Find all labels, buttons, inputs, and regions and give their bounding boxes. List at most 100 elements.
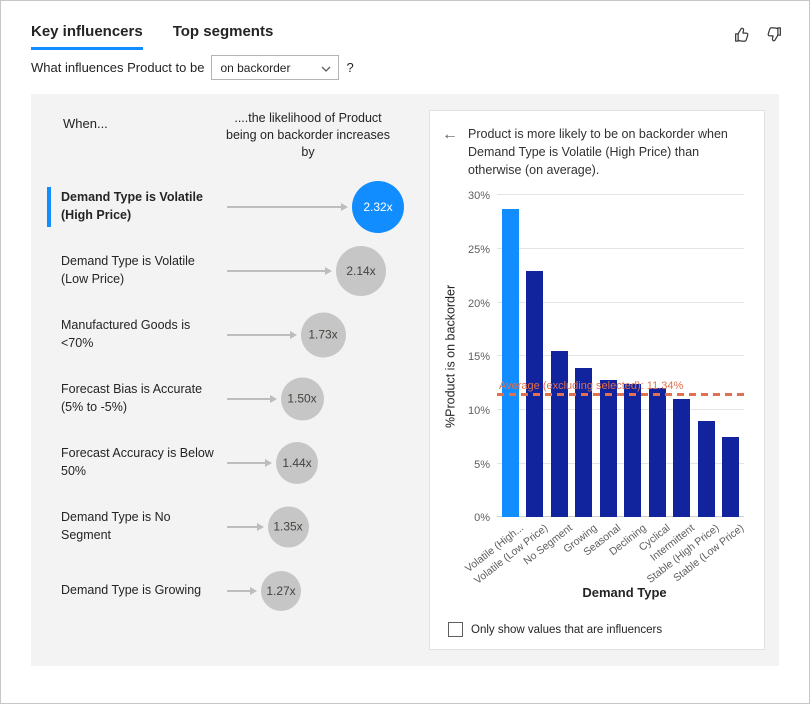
bar-slot: Declining bbox=[621, 195, 646, 517]
bar-slot: Stable (High Price) bbox=[694, 195, 719, 517]
influence-bubble[interactable]: 1.35x bbox=[268, 506, 309, 547]
chart-bar[interactable] bbox=[649, 388, 666, 518]
influencer-strength-zone: 1.44x bbox=[223, 431, 415, 495]
chart-bar[interactable] bbox=[502, 209, 519, 517]
bar-slot: Stable (Low Price) bbox=[719, 195, 744, 517]
arrow-icon bbox=[227, 206, 342, 208]
likelihood-header: ....the likelihood of Product being on b… bbox=[223, 110, 393, 161]
selection-indicator bbox=[47, 507, 51, 547]
y-tick-label: 15% bbox=[456, 351, 490, 363]
chart-bar[interactable] bbox=[551, 351, 568, 517]
bar-slot: Growing bbox=[572, 195, 597, 517]
influencer-strength-zone: 1.35x bbox=[223, 495, 415, 559]
bar-slot: Volatile (Low Price) bbox=[523, 195, 548, 517]
y-tick-label: 10% bbox=[456, 405, 490, 417]
chart-bar[interactable] bbox=[722, 437, 739, 518]
tab-key-influencers[interactable]: Key influencers bbox=[31, 23, 143, 50]
bar-slot: Seasonal bbox=[596, 195, 621, 517]
influence-bubble[interactable]: 1.44x bbox=[276, 442, 318, 484]
bar-slot: Volatile (High... bbox=[498, 195, 523, 517]
bar-chart: %Product is on backorder 0%5%10%15%20%25… bbox=[442, 195, 752, 517]
selection-indicator bbox=[47, 571, 51, 611]
influencer-row[interactable]: Forecast Bias is Accurate (5% to -5%) 1.5… bbox=[47, 367, 415, 431]
influencer-label: Demand Type is Volatile (High Price) bbox=[61, 189, 223, 224]
selection-indicator bbox=[47, 187, 51, 227]
selection-indicator bbox=[47, 251, 51, 291]
influencer-label: Demand Type is Volatile (Low Price) bbox=[61, 253, 223, 288]
influence-bubble[interactable]: 2.32x bbox=[352, 181, 404, 233]
influencer-row[interactable]: Demand Type is Volatile (Low Price) 2.14x bbox=[47, 239, 415, 303]
question-text: What influences Product to be bbox=[31, 60, 204, 75]
when-label: When... bbox=[63, 116, 108, 131]
y-tick-label: 5% bbox=[456, 459, 490, 471]
y-tick-label: 20% bbox=[456, 298, 490, 310]
influencer-strength-zone: 1.50x bbox=[223, 367, 415, 431]
influencer-row[interactable]: Demand Type is No Segment 1.35x bbox=[47, 495, 415, 559]
arrow-icon bbox=[227, 398, 271, 400]
metric-dropdown[interactable]: on backorder bbox=[211, 55, 339, 80]
selection-indicator bbox=[47, 379, 51, 419]
plot-area: 0%5%10%15%20%25%30%Volatile (High...Vola… bbox=[497, 195, 744, 517]
question-mark: ? bbox=[346, 60, 353, 75]
topbar: Key influencers Top segments bbox=[1, 1, 809, 50]
influencer-label: Manufactured Goods is <70% bbox=[61, 317, 223, 352]
chart-bar[interactable] bbox=[673, 399, 690, 517]
x-axis-title-row: Demand Type bbox=[442, 585, 752, 600]
bars-container: Volatile (High...Volatile (Low Price)No … bbox=[497, 195, 744, 517]
influencer-row[interactable]: Demand Type is Growing 1.27x bbox=[47, 559, 415, 623]
detail-card-header: ← Product is more likely to be on backor… bbox=[442, 125, 752, 179]
arrow-icon bbox=[227, 462, 266, 464]
bar-slot: Cyclical bbox=[645, 195, 670, 517]
tab-top-segments[interactable]: Top segments bbox=[173, 23, 274, 50]
influencer-list: Demand Type is Volatile (High Price) 2.32… bbox=[47, 175, 415, 623]
chart-bar[interactable] bbox=[698, 421, 715, 518]
list-headers: When... ....the likelihood of Product be… bbox=[47, 110, 415, 161]
influencer-strength-zone: 2.14x bbox=[223, 239, 415, 303]
bar-slot: No Segment bbox=[547, 195, 572, 517]
influence-bubble[interactable]: 1.27x bbox=[261, 571, 301, 611]
selection-indicator bbox=[47, 315, 51, 355]
arrow-icon bbox=[227, 590, 251, 592]
influencer-label: Forecast Bias is Accurate (5% to -5%) bbox=[61, 381, 223, 416]
influencer-label: Demand Type is No Segment bbox=[61, 509, 223, 544]
influencer-strength-zone: 1.27x bbox=[223, 559, 415, 623]
tab-bar: Key influencers Top segments bbox=[31, 23, 273, 50]
thumbs-down-icon[interactable] bbox=[764, 25, 783, 44]
influencer-strength-zone: 1.73x bbox=[223, 303, 415, 367]
back-arrow-icon[interactable]: ← bbox=[442, 125, 458, 179]
checkbox-label: Only show values that are influencers bbox=[471, 624, 662, 636]
metric-dropdown-value: on backorder bbox=[220, 61, 290, 75]
influence-bubble[interactable]: 1.73x bbox=[301, 312, 346, 357]
influencers-panel: When... ....the likelihood of Product be… bbox=[31, 94, 779, 666]
influence-bubble[interactable]: 1.50x bbox=[281, 377, 324, 420]
y-tick-label: 25% bbox=[456, 244, 490, 256]
y-tick-label: 0% bbox=[456, 512, 490, 524]
influencer-detail-card: ← Product is more likely to be on backor… bbox=[429, 110, 765, 650]
checkbox-box[interactable] bbox=[448, 622, 463, 637]
influencer-strength-zone: 2.32x bbox=[223, 175, 415, 239]
thumbs-up-icon[interactable] bbox=[733, 25, 752, 44]
chart-bar[interactable] bbox=[600, 380, 617, 517]
influencer-row[interactable]: Manufactured Goods is <70% 1.73x bbox=[47, 303, 415, 367]
chevron-down-icon bbox=[321, 61, 331, 75]
influencers-only-checkbox[interactable]: Only show values that are influencers bbox=[448, 614, 752, 639]
influencer-label: Demand Type is Growing bbox=[61, 582, 223, 600]
x-axis-title: Demand Type bbox=[497, 585, 752, 600]
average-line bbox=[497, 393, 744, 396]
y-tick-label: 30% bbox=[456, 190, 490, 202]
key-influencers-visual: Key influencers Top segments What bbox=[0, 0, 810, 704]
arrow-icon bbox=[227, 270, 326, 272]
arrow-icon bbox=[227, 334, 291, 336]
influencer-list-panel: When... ....the likelihood of Product be… bbox=[47, 110, 415, 650]
influencer-row[interactable]: Demand Type is Volatile (High Price) 2.32… bbox=[47, 175, 415, 239]
feedback-icons bbox=[733, 25, 783, 44]
influencer-label: Forecast Accuracy is Below 50% bbox=[61, 445, 223, 480]
insight-description: Product is more likely to be on backorde… bbox=[468, 125, 752, 179]
bar-slot: Intermittent bbox=[670, 195, 695, 517]
influence-bubble[interactable]: 2.14x bbox=[336, 246, 386, 296]
arrow-icon bbox=[227, 526, 258, 528]
influencer-row[interactable]: Forecast Accuracy is Below 50% 1.44x bbox=[47, 431, 415, 495]
question-row: What influences Product to be on backord… bbox=[1, 50, 809, 80]
average-line-label: Average (excluding selected): 11.34% bbox=[499, 380, 683, 392]
chart-bar[interactable] bbox=[624, 384, 641, 517]
